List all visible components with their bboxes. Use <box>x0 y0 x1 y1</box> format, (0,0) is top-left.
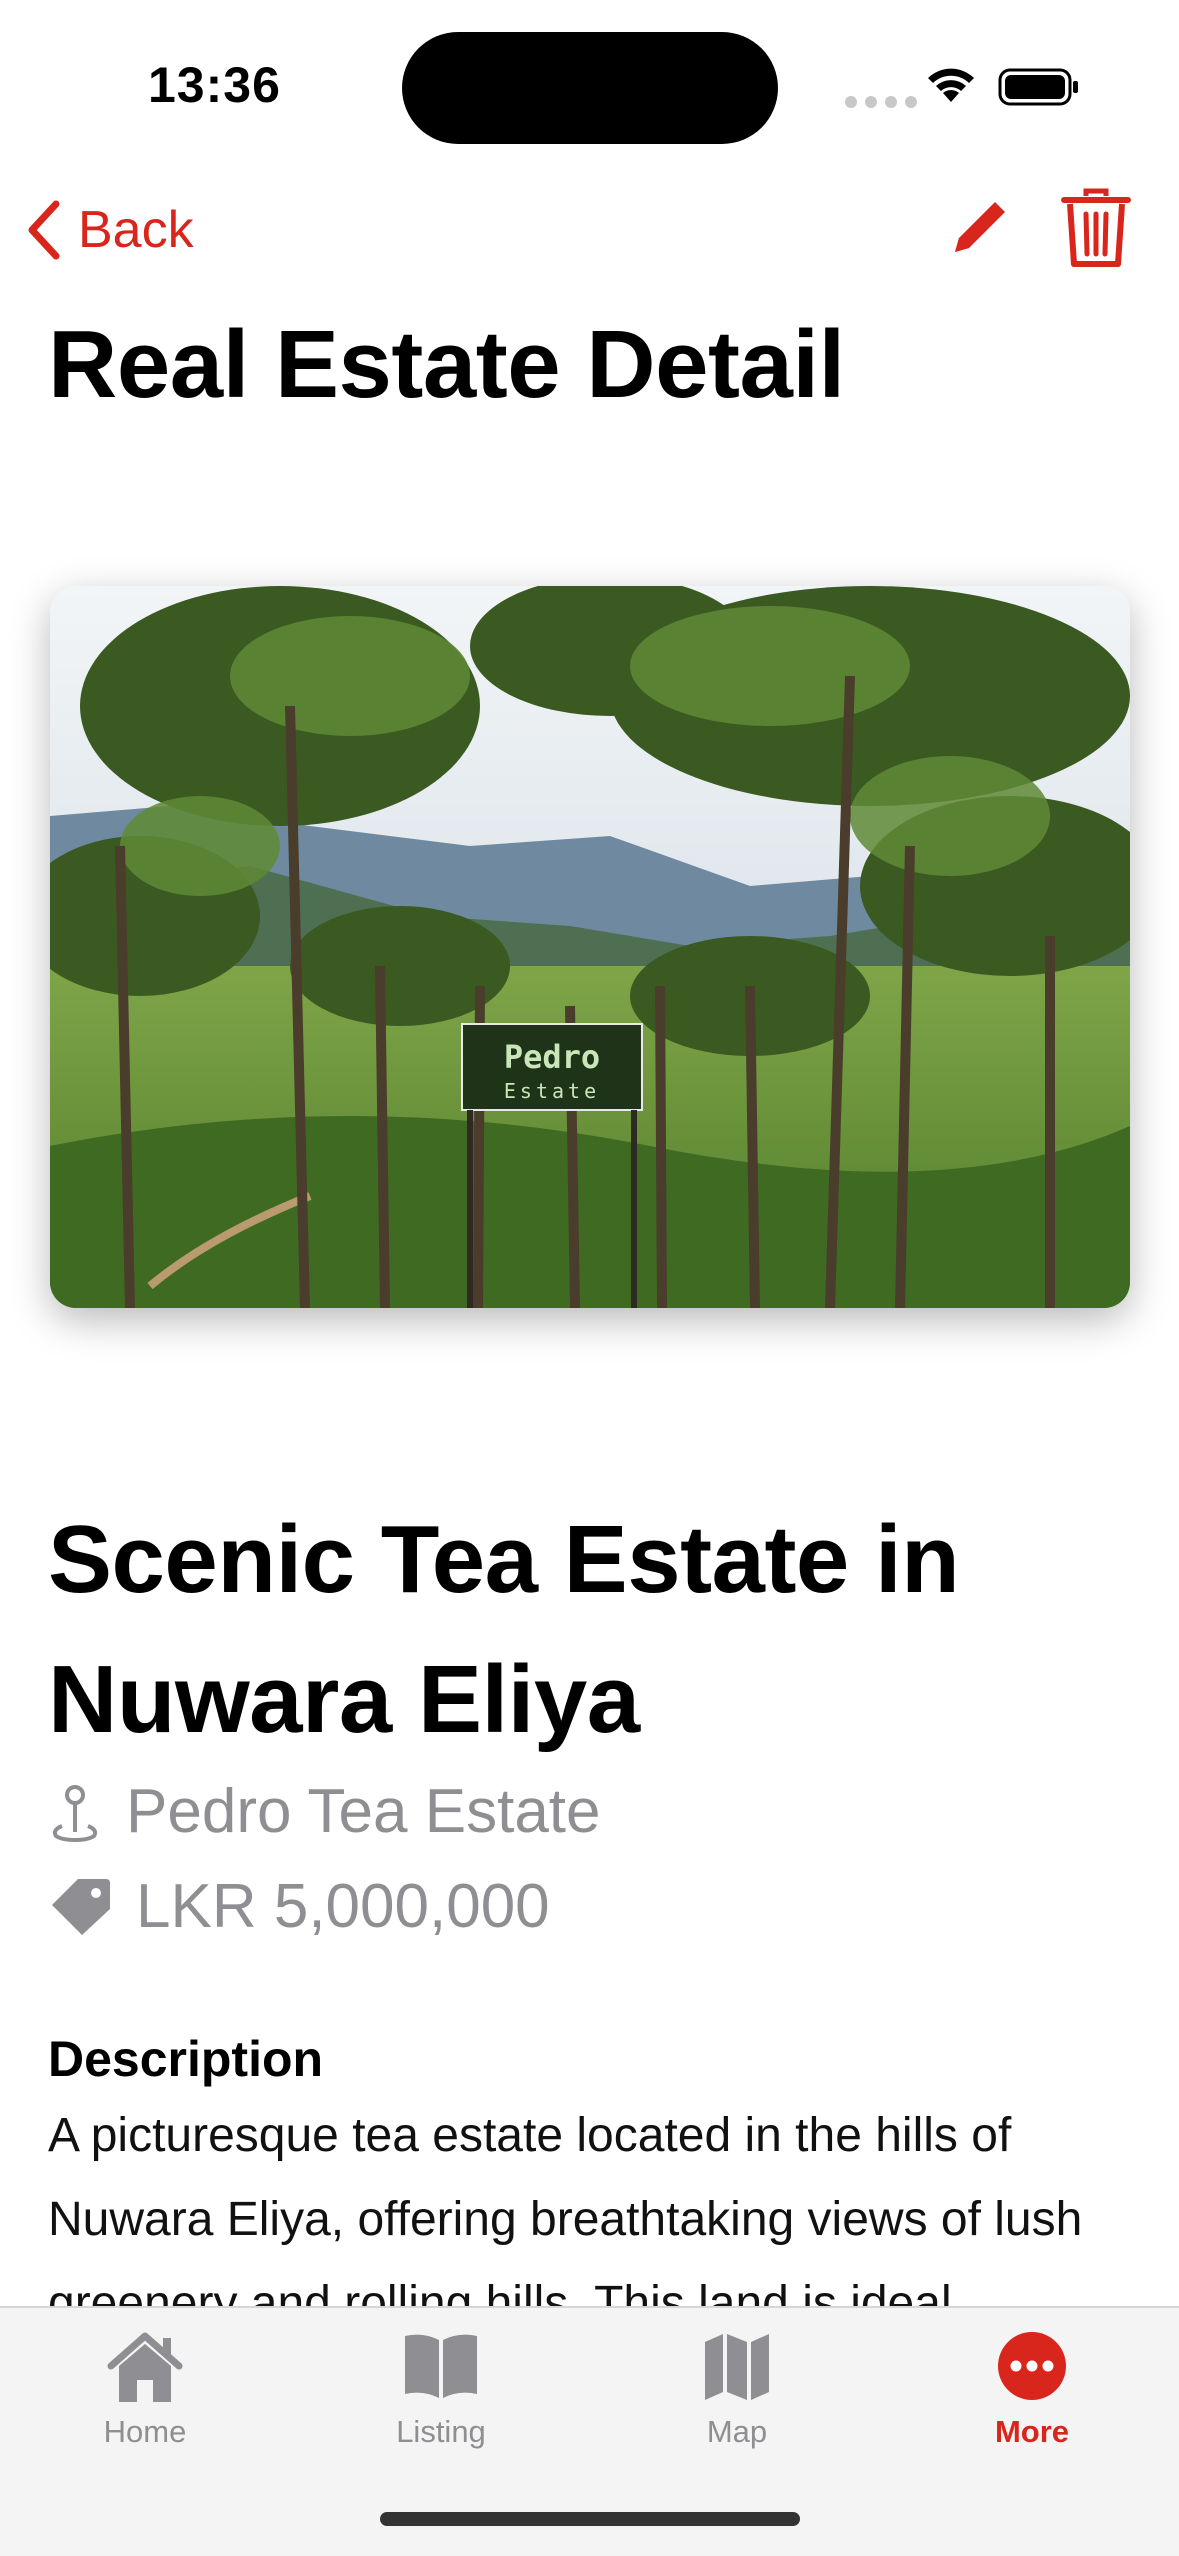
battery-icon <box>998 68 1078 106</box>
status-time: 13:36 <box>148 57 281 113</box>
house-icon <box>107 2332 183 2402</box>
property-photo: Pedro Estate <box>50 586 1130 1308</box>
listing-title: Scenic Tea Estate in Nuwara Eliya <box>48 1506 960 1753</box>
tab-map-label: Map <box>706 2414 768 2449</box>
back-label: Back <box>78 201 194 259</box>
description-heading: Description <box>48 2031 324 2087</box>
location-text: Pedro Tea Estate <box>126 1777 601 1846</box>
trash-icon[interactable] <box>1060 188 1132 270</box>
map-icon <box>705 2334 769 2400</box>
location-row: Pedro Tea Estate <box>48 1776 601 1847</box>
tab-more-label: More <box>994 2414 1070 2449</box>
sign-line-2: Estate <box>504 1079 600 1103</box>
pencil-icon[interactable] <box>945 192 1015 262</box>
price-tag-icon <box>52 1878 110 1935</box>
price-text: LKR 5,000,000 <box>136 1872 550 1941</box>
tab-home[interactable]: Home <box>45 2328 245 2468</box>
description-text: A picturesque tea estate located in the … <box>48 2109 1083 2314</box>
tab-map[interactable]: Map <box>637 2328 837 2468</box>
tab-home-label: Home <box>103 2414 187 2449</box>
map-pin-icon <box>52 1784 98 1842</box>
tab-listing-label: Listing <box>396 2414 486 2449</box>
sign-line-1: Pedro <box>504 1038 600 1076</box>
status-bar: 13:36 <box>0 0 1179 170</box>
book-icon <box>405 2334 477 2398</box>
chevron-left-icon <box>28 200 60 260</box>
back-button[interactable]: Back <box>22 190 194 270</box>
cellular-signal-icon <box>845 96 917 108</box>
wifi-icon <box>928 68 974 102</box>
home-indicator[interactable] <box>380 2512 800 2526</box>
tab-listing[interactable]: Listing <box>341 2328 541 2468</box>
dynamic-island <box>402 32 778 144</box>
more-icon <box>998 2332 1066 2400</box>
tab-more[interactable]: More <box>932 2328 1132 2468</box>
page-title: Real Estate Detail <box>48 311 845 418</box>
price-row: LKR 5,000,000 <box>48 1871 550 1942</box>
